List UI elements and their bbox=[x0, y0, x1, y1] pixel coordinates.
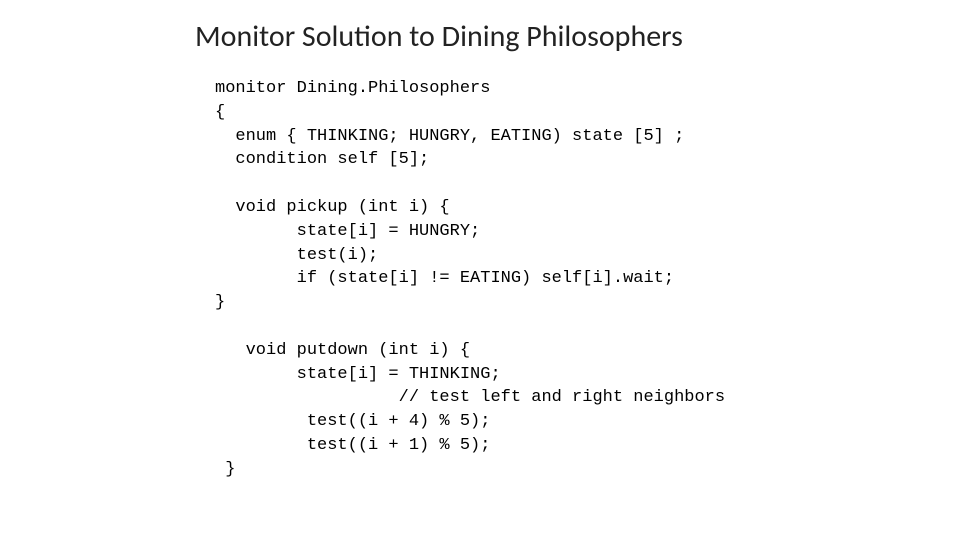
code-line: monitor Dining.Philosophers bbox=[215, 79, 490, 98]
code-line: state[i] = THINKING; bbox=[215, 365, 501, 384]
code-line: } bbox=[215, 460, 235, 479]
code-line: test((i + 1) % 5); bbox=[215, 436, 490, 455]
code-line: test(i); bbox=[215, 246, 378, 265]
code-line: void pickup (int i) { bbox=[215, 198, 450, 217]
code-line: test((i + 4) % 5); bbox=[215, 412, 490, 431]
code-line: void putdown (int i) { bbox=[215, 341, 470, 360]
slide: Monitor Solution to Dining Philosophers … bbox=[0, 0, 960, 540]
slide-title: Monitor Solution to Dining Philosophers bbox=[195, 18, 960, 55]
code-line: if (state[i] != EATING) self[i].wait; bbox=[215, 269, 674, 288]
code-line: condition self [5]; bbox=[215, 150, 429, 169]
code-line: state[i] = HUNGRY; bbox=[215, 222, 480, 241]
code-block: monitor Dining.Philosophers { enum { THI… bbox=[215, 77, 960, 482]
code-line: enum { THINKING; HUNGRY, EATING) state [… bbox=[215, 127, 684, 146]
code-line: } bbox=[215, 293, 225, 312]
code-line: // test left and right neighbors bbox=[215, 388, 725, 407]
code-line: { bbox=[215, 103, 225, 122]
